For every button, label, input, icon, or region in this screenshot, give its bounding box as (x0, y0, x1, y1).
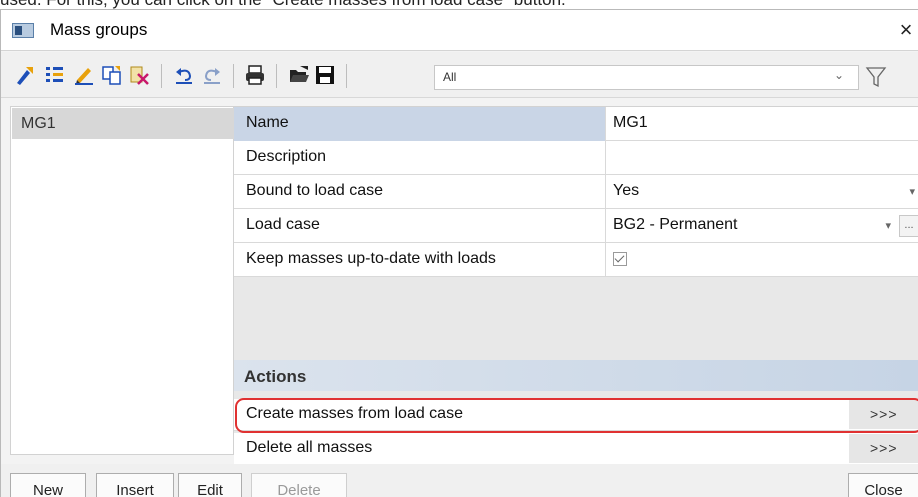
insert-button[interactable]: Insert (96, 473, 174, 497)
mass-group-list: MG1 (10, 106, 234, 455)
bound-value: Yes (613, 182, 640, 199)
property-label: Keep masses up-to-date with loads (234, 243, 606, 277)
property-label: Bound to load case (234, 175, 606, 209)
property-value-load-case[interactable]: BG2 - Permanent ▾ ... (606, 209, 918, 243)
property-value-keep-up-to-date[interactable] (606, 243, 918, 277)
edit-button[interactable]: Edit (178, 473, 242, 497)
delete-icon[interactable] (129, 64, 151, 86)
actions-header: Actions (234, 360, 918, 391)
properties-panel: Name MG1 Description Bound to load case … (234, 106, 918, 465)
toolbar: All ⌄ (1, 52, 918, 98)
chevron-down-icon[interactable]: ▾ (909, 185, 915, 198)
new-item-icon[interactable] (14, 64, 36, 86)
property-row-bound-to-load-case[interactable]: Bound to load case Yes ▾ (234, 175, 918, 209)
filter-value: All (443, 70, 457, 84)
filter-select[interactable]: All ⌄ (434, 65, 859, 90)
window-title: Mass groups (50, 20, 148, 39)
create-masses-button[interactable]: >>> (849, 400, 918, 429)
toolbar-separator (276, 64, 277, 88)
property-row-keep-up-to-date[interactable]: Keep masses up-to-date with loads (234, 243, 918, 277)
delete-all-masses-button[interactable]: >>> (849, 434, 918, 463)
redo-icon[interactable] (201, 64, 223, 86)
property-label: Name (234, 107, 606, 141)
ellipsis-button[interactable]: ... (899, 215, 918, 237)
close-window-button[interactable]: × (894, 16, 918, 44)
toolbar-separator (346, 64, 347, 88)
close-button[interactable]: Close (848, 473, 918, 497)
property-value-description[interactable] (606, 141, 918, 175)
window-app-icon (12, 23, 34, 38)
title-bar: Mass groups × (1, 10, 918, 51)
open-folder-icon[interactable] (288, 64, 310, 86)
chevron-down-icon: ⌄ (833, 68, 844, 82)
property-label: Description (234, 141, 606, 175)
insert-icon[interactable] (44, 64, 66, 86)
delete-button[interactable]: Delete (251, 473, 347, 497)
toolbar-separator (161, 64, 162, 88)
toolbar-separator (233, 64, 234, 88)
edit-icon[interactable] (73, 64, 95, 86)
copy-icon[interactable] (101, 64, 123, 86)
action-label: Delete all masses (246, 439, 373, 456)
mass-groups-dialog: Mass groups × All ⌄ MG1 Name MG1 Descrip… (0, 9, 918, 497)
save-icon[interactable] (314, 64, 336, 86)
list-item[interactable]: MG1 (12, 108, 234, 139)
undo-icon[interactable] (173, 64, 195, 86)
print-icon[interactable] (244, 64, 266, 86)
button-bar: New Insert Edit Delete Close (1, 464, 918, 497)
property-value-name[interactable]: MG1 (606, 107, 918, 141)
property-row-description[interactable]: Description (234, 141, 918, 175)
action-label: Create masses from load case (246, 405, 463, 422)
property-label: Load case (234, 209, 606, 243)
filter-funnel-icon[interactable] (864, 64, 888, 90)
property-value-bound[interactable]: Yes ▾ (606, 175, 918, 209)
property-row-name[interactable]: Name MG1 (234, 107, 918, 141)
load-case-value: BG2 - Permanent (613, 216, 738, 233)
keep-up-to-date-checkbox[interactable] (613, 252, 627, 266)
chevron-down-icon[interactable]: ▾ (885, 219, 891, 232)
new-button[interactable]: New (10, 473, 86, 497)
property-row-load-case[interactable]: Load case BG2 - Permanent ▾ ... (234, 209, 918, 243)
create-masses-action[interactable]: Create masses from load case >>> (234, 399, 918, 431)
delete-all-masses-action[interactable]: Delete all masses >>> (234, 433, 918, 465)
